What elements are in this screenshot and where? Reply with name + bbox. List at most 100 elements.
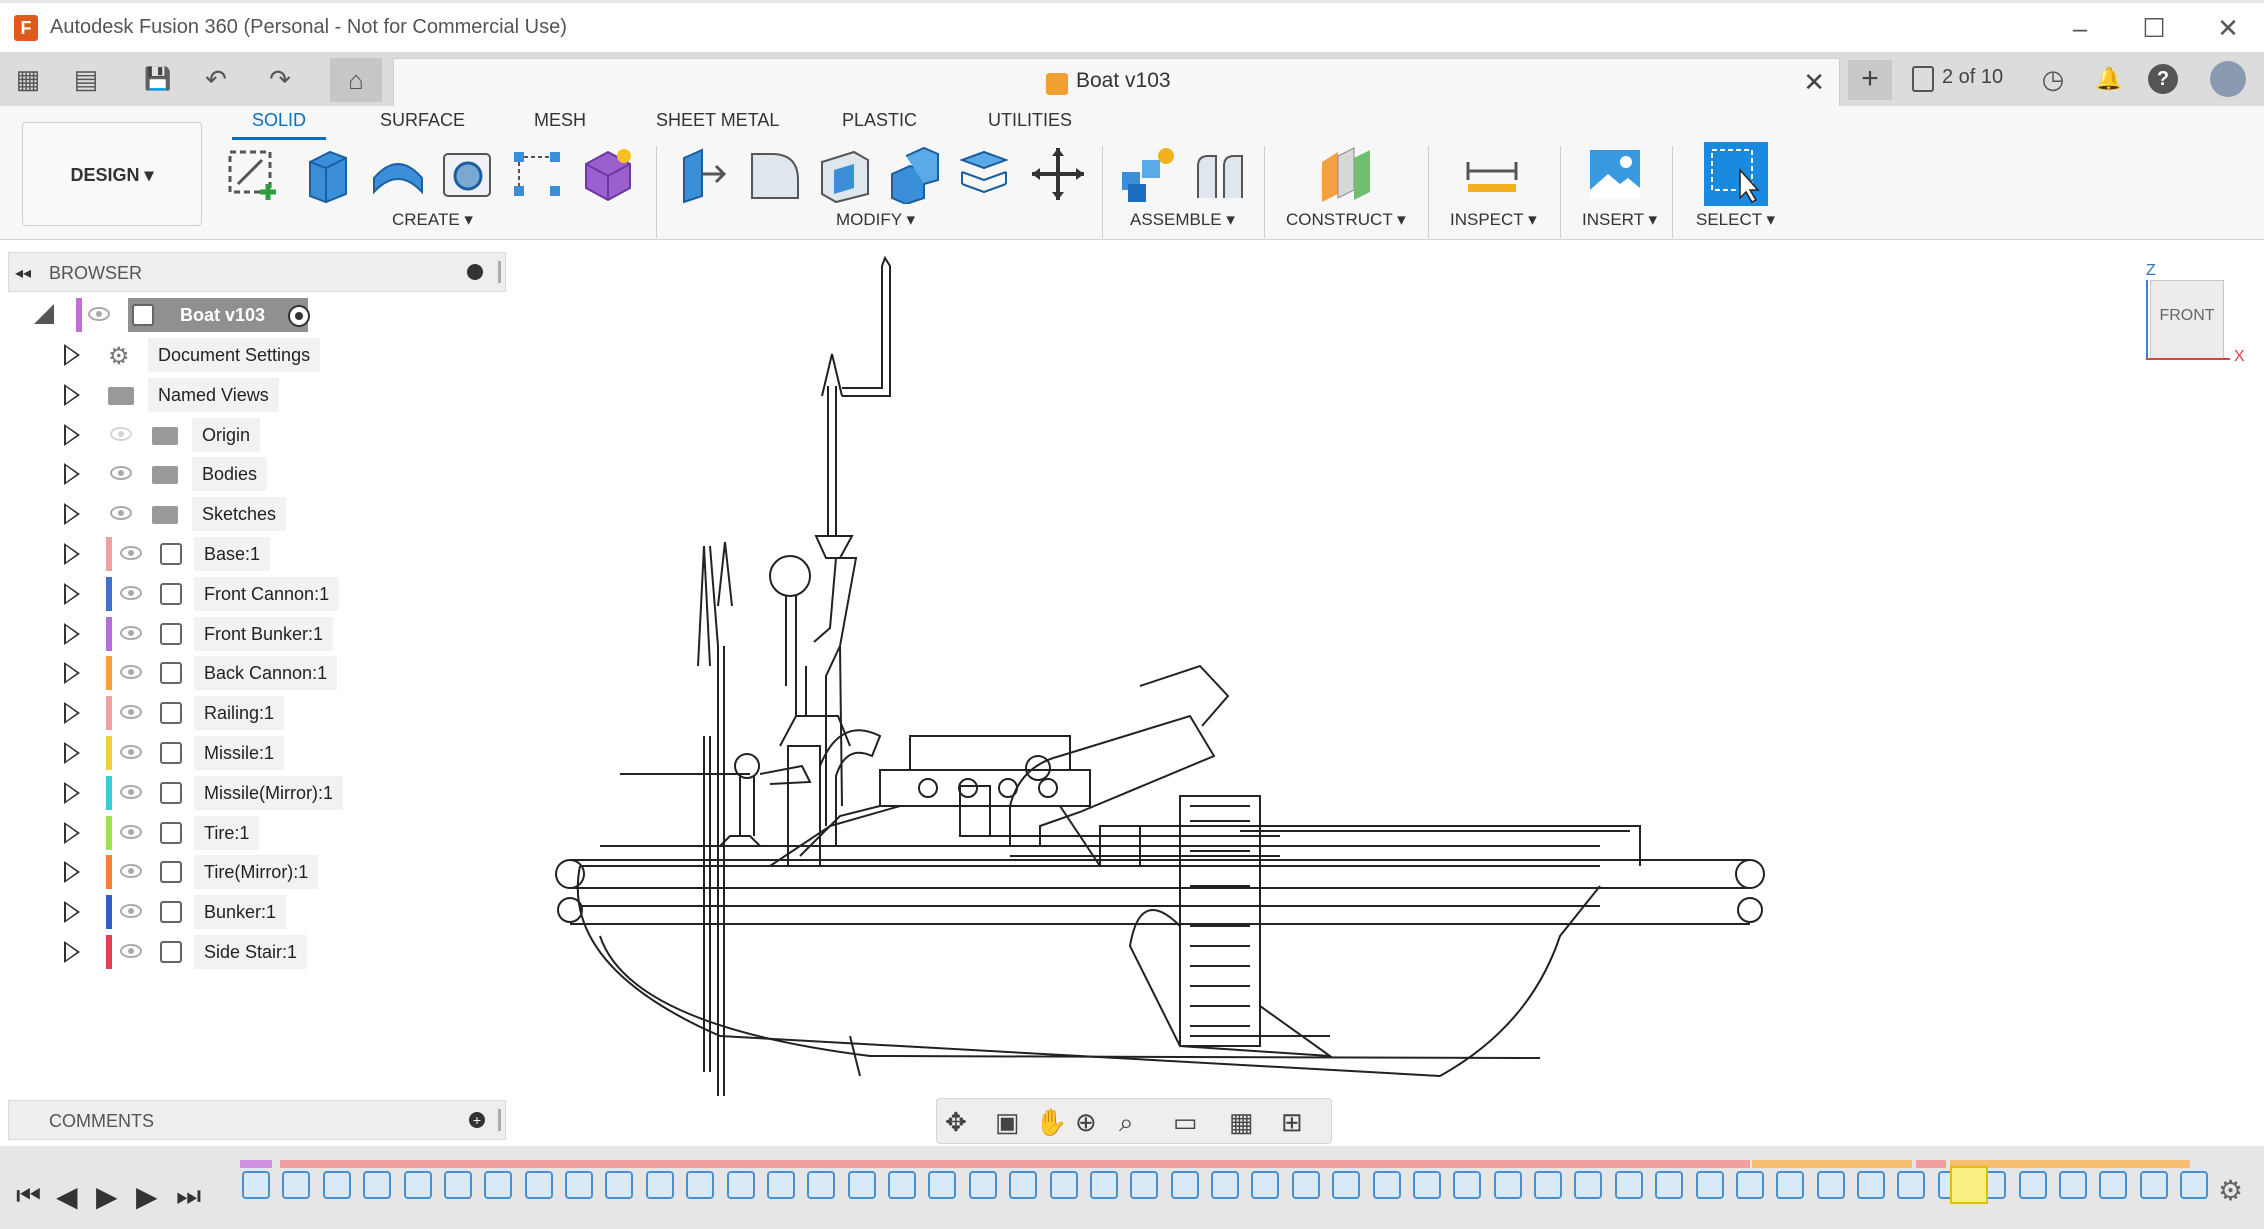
revolve-icon[interactable]: [368, 144, 428, 204]
timeline-feature-icon[interactable]: [1655, 1171, 1684, 1199]
visibility-eye-icon[interactable]: [110, 506, 132, 521]
timeline-feature-icon[interactable]: [363, 1171, 392, 1199]
timeline-feature-icon[interactable]: [1534, 1171, 1562, 1199]
browser-item[interactable]: Side Stair:1: [64, 935, 404, 969]
browser-item[interactable]: Bunker:1: [64, 895, 404, 930]
timeline-feature-icon[interactable]: [726, 1171, 755, 1199]
hole-icon[interactable]: [438, 144, 498, 204]
visibility-eye-icon[interactable]: [120, 904, 142, 919]
add-comment-icon[interactable]: +: [469, 1112, 485, 1128]
browser-item[interactable]: Missile(Mirror):1: [64, 775, 404, 810]
visibility-eye-icon[interactable]: [120, 784, 142, 799]
timeline-feature-icon[interactable]: [686, 1171, 715, 1199]
timeline-feature-icon[interactable]: [2099, 1171, 2128, 1199]
model-canvas[interactable]: [540, 246, 2240, 1096]
timeline-feature-icon[interactable]: [968, 1171, 997, 1199]
notification-bell-icon[interactable]: 🔔: [2092, 62, 2126, 96]
browser-options-icon[interactable]: [467, 264, 483, 280]
browser-item[interactable]: Named Views: [64, 377, 404, 412]
collapse-panel-icon[interactable]: ◂◂: [15, 263, 31, 283]
timeline-feature-icon[interactable]: [1170, 1171, 1199, 1199]
home-icon[interactable]: ⌂: [330, 58, 382, 102]
construct-group-label[interactable]: CONSTRUCT ▾: [1286, 210, 1406, 230]
file-menu-icon[interactable]: ▤: [66, 62, 106, 96]
insert-image-icon[interactable]: [1586, 144, 1646, 204]
timeline-feature-icon[interactable]: [403, 1171, 432, 1199]
visibility-eye-icon[interactable]: [110, 466, 132, 481]
orbit-icon[interactable]: ✥: [945, 1107, 967, 1138]
timeline-feature-icon[interactable]: [807, 1171, 836, 1199]
visibility-eye-icon[interactable]: [120, 546, 142, 560]
extrude-icon[interactable]: [296, 144, 356, 204]
timeline-feature-icon[interactable]: [1574, 1171, 1603, 1199]
expand-triangle-icon[interactable]: [64, 383, 80, 406]
browser-item[interactable]: Back Cannon:1: [64, 656, 404, 691]
timeline-feature-icon[interactable]: [645, 1171, 674, 1199]
clock-icon[interactable]: ◷: [2036, 62, 2070, 96]
timeline-feature-icon[interactable]: [1776, 1171, 1805, 1199]
visibility-eye-icon[interactable]: [120, 705, 142, 720]
measure-icon[interactable]: [1462, 144, 1522, 204]
document-tab[interactable]: Boat v103 ✕: [393, 58, 1840, 106]
visibility-eye-icon[interactable]: [120, 585, 142, 600]
expand-triangle-icon[interactable]: [64, 503, 80, 526]
minimize-button[interactable]: –: [2058, 11, 2102, 45]
browser-root-row[interactable]: Boat v103: [34, 298, 334, 332]
expand-triangle-icon[interactable]: [64, 463, 80, 486]
visibility-eye-icon[interactable]: [120, 824, 142, 839]
browser-item[interactable]: Front Cannon:1: [64, 576, 404, 611]
pan-hand-icon[interactable]: ✋: [1035, 1107, 1067, 1138]
select-group-label[interactable]: SELECT ▾: [1696, 210, 1775, 230]
timeline-feature-icon[interactable]: [1130, 1171, 1159, 1199]
offset-plane-icon[interactable]: [1316, 144, 1376, 204]
close-window-button[interactable]: ✕: [2206, 11, 2250, 45]
expand-triangle-icon[interactable]: [64, 582, 80, 605]
expand-triangle-icon[interactable]: [64, 901, 80, 924]
display-settings-icon[interactable]: ▭: [1173, 1107, 1198, 1138]
press-pull-icon[interactable]: [672, 144, 732, 204]
tab-solid[interactable]: SOLID: [232, 110, 327, 140]
joint-icon[interactable]: [1190, 144, 1250, 204]
expand-triangle-icon[interactable]: [64, 742, 80, 764]
timeline-feature-icon[interactable]: [1493, 1171, 1522, 1199]
create-form-icon[interactable]: [578, 144, 638, 204]
expand-triangle-icon[interactable]: [64, 702, 80, 725]
grid-icon[interactable]: ▦: [12, 62, 44, 96]
version-counter[interactable]: 2 of 10: [1942, 66, 2003, 89]
timeline-feature-icon[interactable]: [1614, 1171, 1643, 1199]
close-tab-icon[interactable]: ✕: [1803, 67, 1825, 98]
undo-icon[interactable]: ↶: [196, 62, 236, 96]
save-icon[interactable]: 💾: [142, 62, 174, 96]
browser-item[interactable]: Base:1: [64, 537, 404, 571]
timeline-feature-icon[interactable]: [282, 1171, 311, 1199]
timeline-feature-icon[interactable]: [484, 1171, 513, 1199]
timeline-feature-icon[interactable]: [322, 1171, 351, 1199]
timeline-feature-icon[interactable]: [1049, 1171, 1078, 1199]
timeline-feature-icon[interactable]: [2180, 1171, 2208, 1199]
timeline-feature-icon[interactable]: [1695, 1171, 1724, 1199]
timeline-feature-icon[interactable]: [847, 1171, 876, 1199]
tab-mesh[interactable]: MESH: [534, 110, 586, 131]
expand-triangle-icon[interactable]: [64, 543, 80, 565]
browser-item[interactable]: ⚙ Document Settings: [64, 338, 404, 372]
fit-icon[interactable]: ⌕: [1119, 1107, 1134, 1139]
expand-triangle-icon[interactable]: [64, 344, 80, 366]
expand-triangle-icon[interactable]: [64, 423, 80, 446]
expand-triangle-icon[interactable]: [64, 622, 80, 645]
new-tab-button[interactable]: +: [1848, 60, 1892, 100]
play-icon[interactable]: ▶: [96, 1180, 118, 1213]
create-sketch-icon[interactable]: [224, 144, 284, 204]
timeline-feature-icon[interactable]: [888, 1171, 916, 1199]
timeline-feature-icon[interactable]: [1816, 1171, 1845, 1199]
timeline-feature-icon[interactable]: [1211, 1171, 1239, 1199]
timeline-feature-icon[interactable]: [2139, 1171, 2168, 1199]
timeline-settings-gear-icon[interactable]: ⚙: [2218, 1174, 2243, 1207]
visibility-eye-icon[interactable]: [120, 745, 142, 759]
shell-icon[interactable]: [814, 144, 874, 204]
create-group-label[interactable]: CREATE ▾: [392, 210, 473, 230]
pattern-icon[interactable]: [508, 144, 568, 204]
browser-item[interactable]: Tire(Mirror):1: [64, 855, 404, 890]
browser-header[interactable]: ◂◂ BROWSER: [8, 252, 506, 292]
assemble-group-label[interactable]: ASSEMBLE ▾: [1130, 210, 1235, 230]
go-to-start-icon[interactable]: ⏮: [16, 1180, 41, 1213]
